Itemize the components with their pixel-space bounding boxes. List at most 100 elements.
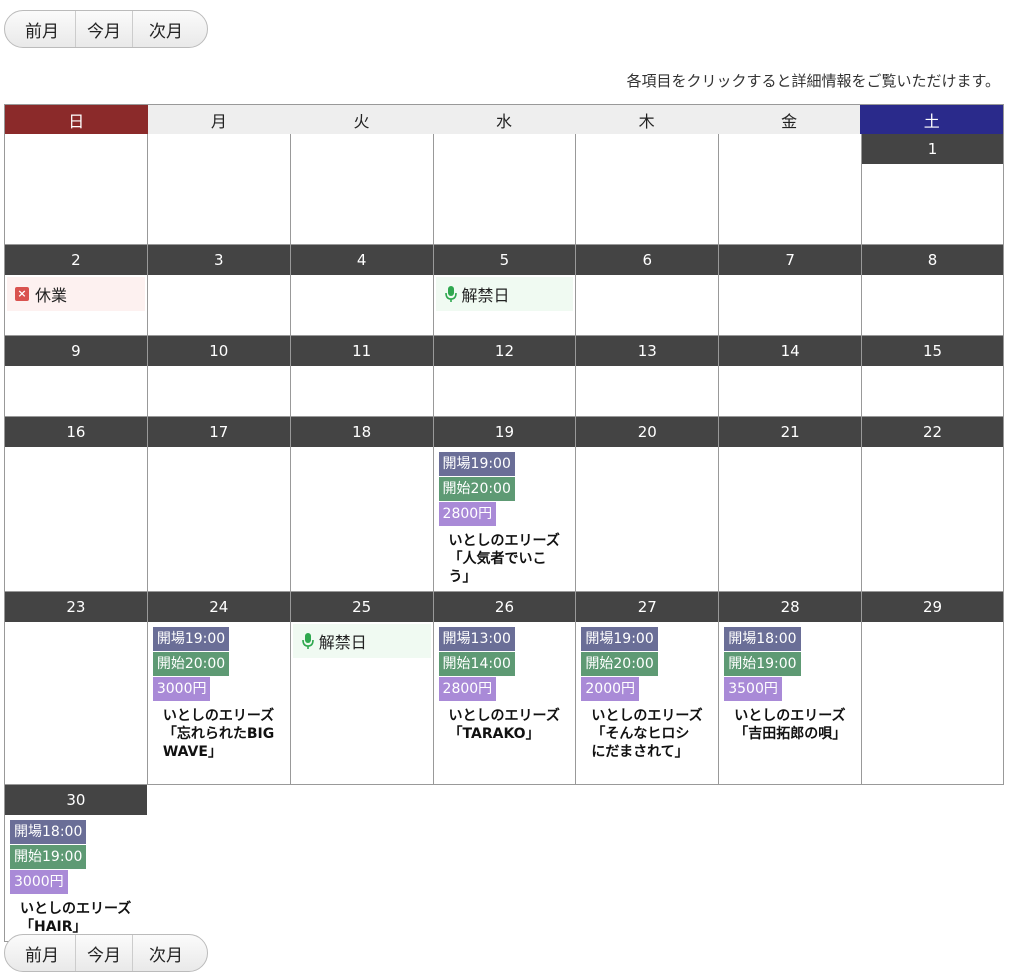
event-entry[interactable]: 開場13:00 開始14:00 2800円 いとしのエリーズ「TARAKO」 <box>434 622 576 751</box>
day-number: 1 <box>862 134 1003 164</box>
event-title[interactable]: いとしのエリーズ「人気者でいこう」 <box>449 532 561 586</box>
week-row: 23 24 開場19:00 開始20:00 3000円 いとしのエリーズ「忘れられたBIG… <box>4 592 1004 785</box>
next-month-button[interactable]: 次月 <box>132 11 207 47</box>
marker-label: 休業 <box>35 286 68 305</box>
day-cell[interactable]: 16 <box>4 417 147 592</box>
day-cell[interactable]: 1 <box>861 134 1004 245</box>
day-cell[interactable]: 12 <box>432 336 576 417</box>
price-tag: 2000円 <box>581 677 640 701</box>
open-time-tag: 開場18:00 <box>10 820 87 844</box>
month-nav-top: 前月 今月 次月 <box>4 10 208 48</box>
event-title[interactable]: いとしのエリーズ「吉田拓郎の唄」 <box>734 707 846 743</box>
day-number: 27 <box>576 592 719 622</box>
day-cell[interactable]: 19 開場19:00 開始20:00 2800円 いとしのエリーズ「人気者でいこう」 <box>432 417 576 594</box>
event-entry[interactable]: 開場18:00 開始19:00 3500円いとしのエリーズ「吉田拓郎の唄」 <box>719 622 861 751</box>
day-number: 19 <box>433 417 576 447</box>
event-title[interactable]: いとしのエリーズ「忘れられたBIG WAVE」 <box>163 707 275 761</box>
event-entry[interactable]: 開場19:00 開始20:00 2000円いとしのエリーズ「そんなヒロシにだまされて… <box>576 622 718 769</box>
day-cell[interactable]: 2 × 休業 <box>4 245 147 336</box>
day-cell[interactable]: 24 開場19:00 開始20:00 3000円 いとしのエリーズ「忘れられたBIG W… <box>146 592 290 785</box>
weekday-header: 日 月 火 水 木 金 土 <box>4 104 1004 134</box>
day-number: 21 <box>719 417 862 447</box>
day-cell[interactable]: 18 <box>289 417 433 592</box>
event-entry[interactable]: 開場19:00 開始20:00 2800円 いとしのエリーズ「人気者でいこう」 <box>434 447 576 594</box>
current-month-button[interactable]: 今月 <box>75 935 132 971</box>
day-cell[interactable]: 27 開場19:00 開始20:00 2000円 いとしのエリーズ「そんなヒロシにだまさ… <box>575 592 719 785</box>
month-nav-bottom: 前月 今月 次月 <box>4 934 208 972</box>
day-cell[interactable]: 3 <box>146 245 290 336</box>
microphone-icon <box>444 286 457 302</box>
day-cell[interactable]: 6 <box>575 245 719 336</box>
day-cell[interactable]: 29 <box>861 592 1004 785</box>
microphone-icon <box>301 633 314 649</box>
day-cell[interactable]: 22 <box>861 417 1004 592</box>
prev-month-button[interactable]: 前月 <box>5 935 75 971</box>
event-title[interactable]: いとしのエリーズ「TARAKO」 <box>449 707 561 743</box>
day-cell[interactable]: 26 開場13:00 開始14:00 2800円 いとしのエリーズ「TARAKO」 <box>432 592 576 785</box>
event-entry[interactable]: 開場18:00 開始19:00 3000円 いとしのエリーズ「HAIR」 <box>5 815 147 944</box>
start-time-tag: 開始19:00 <box>724 652 801 676</box>
marker-label: 解禁日 <box>461 286 510 305</box>
day-cell[interactable]: 7 <box>718 245 862 336</box>
empty-day-cell <box>575 134 719 245</box>
day-cell[interactable]: 17 <box>146 417 290 592</box>
day-number: 24 <box>147 592 290 622</box>
open-time-tag: 開場18:00 <box>724 627 801 651</box>
calendar-weeks: 1 2 × 休業 3 4 5 解禁日 6 7 8 9 10 11 12 13 14 15 16 17 18 19 開場19:… <box>4 134 1004 942</box>
day-cell[interactable]: 14 <box>718 336 862 417</box>
day-cell[interactable]: 28 開場18:00 開始19:00 3500円 いとしのエリーズ「吉田拓郎の唄」 <box>718 592 862 785</box>
next-month-button[interactable]: 次月 <box>132 935 207 971</box>
day-number: 7 <box>719 245 862 275</box>
prev-month-button[interactable]: 前月 <box>5 11 75 47</box>
weekday-tue: 火 <box>290 105 433 134</box>
day-cell[interactable]: 5 解禁日 <box>432 245 576 336</box>
calendar: 日 月 火 水 木 金 土 1 2 × 休業 3 4 5 解禁日 6 7 8 9 10 11 12 13 14 1… <box>4 104 1004 942</box>
start-time-tag: 開始20:00 <box>581 652 658 676</box>
day-number: 22 <box>862 417 1003 447</box>
day-number: 20 <box>576 417 719 447</box>
day-cell[interactable]: 23 <box>4 592 147 785</box>
day-cell[interactable]: 21 <box>718 417 862 592</box>
week-row: 2 × 休業 3 4 5 解禁日 6 7 8 <box>4 245 1004 336</box>
blank-cell <box>575 785 718 942</box>
open-time-tag: 開場19:00 <box>581 627 658 651</box>
price-tag: 2800円 <box>438 677 497 701</box>
start-time-tag: 開始20:00 <box>152 652 230 676</box>
day-number: 18 <box>290 417 433 447</box>
day-number: 14 <box>719 336 862 366</box>
price-tag: 3500円 <box>724 677 782 701</box>
open-time-tag: 開場19:00 <box>152 627 230 651</box>
current-month-button[interactable]: 今月 <box>75 11 132 47</box>
day-cell[interactable]: 25 解禁日 <box>289 592 433 785</box>
day-number: 16 <box>5 417 147 447</box>
empty-day-cell <box>4 134 147 245</box>
open-time-tag: 開場19:00 <box>438 452 515 476</box>
price-tag: 3000円 <box>152 677 211 701</box>
weekday-sun: 日 <box>5 105 148 134</box>
marker-label: 解禁日 <box>318 633 367 652</box>
day-cell[interactable]: 30 開場18:00 開始19:00 3000円 いとしのエリーズ「HAIR」 <box>4 785 147 942</box>
week-row: 16 17 18 19 開場19:00 開始20:00 2800円 いとしのエリーズ「人気者で… <box>4 417 1004 592</box>
day-cell[interactable]: 20 <box>575 417 719 592</box>
day-number: 26 <box>433 592 576 622</box>
day-cell[interactable]: 9 <box>4 336 147 417</box>
click-notice: 各項目をクリックすると詳細情報をご覧いただけます。 <box>626 72 1000 90</box>
day-number: 28 <box>719 592 862 622</box>
day-number: 17 <box>147 417 290 447</box>
blank-cell <box>290 785 433 942</box>
day-cell[interactable]: 11 <box>289 336 433 417</box>
day-cell[interactable]: 10 <box>146 336 290 417</box>
day-number: 15 <box>862 336 1003 366</box>
day-cell[interactable]: 15 <box>861 336 1004 417</box>
empty-day-cell <box>146 134 290 245</box>
closed-marker[interactable]: × 休業 <box>7 277 145 311</box>
week-row: 30 開場18:00 開始19:00 3000円 いとしのエリーズ「HAIR」 <box>4 785 1004 942</box>
event-entry[interactable]: 開場19:00 開始20:00 3000円いとしのエリーズ「忘れられたBIG WAV… <box>148 622 290 769</box>
kaikin-marker[interactable]: 解禁日 <box>435 277 574 311</box>
kaikin-marker[interactable]: 解禁日 <box>292 624 431 658</box>
day-cell[interactable]: 4 <box>289 245 433 336</box>
day-cell[interactable]: 13 <box>575 336 719 417</box>
event-title[interactable]: いとしのエリーズ「HAIR」 <box>20 900 132 936</box>
event-title[interactable]: いとしのエリーズ「そんなヒロシにだまされて」 <box>591 707 703 761</box>
day-cell[interactable]: 8 <box>861 245 1004 336</box>
